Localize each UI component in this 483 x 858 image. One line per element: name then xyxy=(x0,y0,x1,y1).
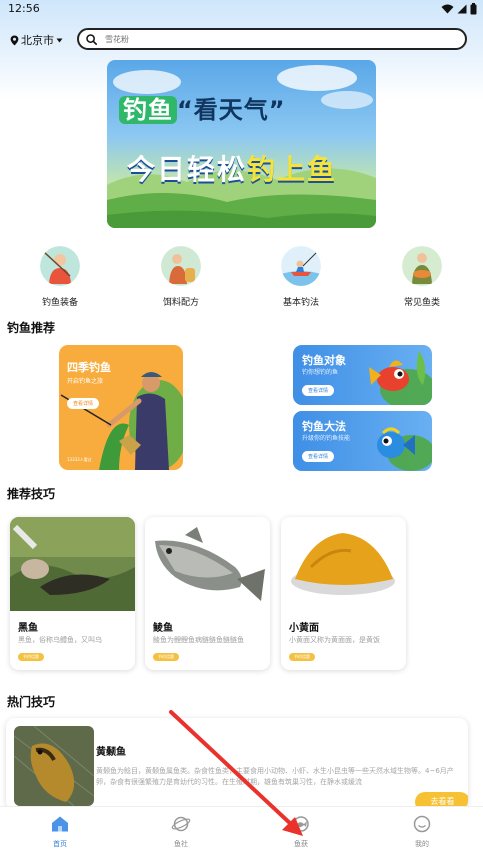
fish-catch-icon xyxy=(293,816,309,832)
fishing-gear-icon xyxy=(40,246,80,286)
wifi-icon xyxy=(441,4,454,14)
fishing-method-card[interactable]: 钓鱼大法 升级你的钓鱼技能 查看详情 xyxy=(293,411,432,471)
tips-section-title: 推荐技巧 xyxy=(7,487,56,501)
search-icon xyxy=(86,33,97,45)
tab-label: 鱼社 xyxy=(174,840,188,848)
category-bait-recipe[interactable]: 饵料配方 xyxy=(141,246,221,308)
tip-name: 小黄面 xyxy=(289,623,319,634)
tip-desc: 小黄面又称为黄面面，是黄饭 xyxy=(289,636,380,644)
tip-name: 鲮鱼 xyxy=(153,623,173,634)
tip-card-mud-carp[interactable]: 鲮鱼 鲮鱼为鲤鲤鱼病鲢鲢鱼鲢鲢鱼 节约话题 xyxy=(145,517,270,670)
city-label: 北京市 xyxy=(21,34,54,47)
tip-card-yellow-flour[interactable]: 小黄面 小黄面又称为黄面面，是黄饭 节约话题 xyxy=(281,517,406,670)
tab-home[interactable]: 首页 xyxy=(30,815,90,849)
tip-desc: 鲮鱼为鲤鲤鱼病鲢鲢鱼鲢鲢鱼 xyxy=(153,636,244,644)
mud-carp-photo xyxy=(145,517,270,611)
yellow-catfish-photo xyxy=(14,726,94,806)
tip-desc: 黑鱼，俗称乌鳢鱼，又叫乌 xyxy=(18,636,102,644)
status-bar: 12:56 xyxy=(0,0,483,22)
status-time: 12:56 xyxy=(8,2,40,15)
banner-headline-2: 今日轻松钓上鱼 xyxy=(127,148,337,188)
target-card-subtitle: 钓你想钓的鱼 xyxy=(302,369,339,376)
tab-label: 鱼获 xyxy=(294,840,308,848)
blue-fish-illustration xyxy=(377,427,432,471)
snakehead-photo xyxy=(10,517,135,611)
hot-tip-name: 黄颡鱼 xyxy=(96,747,126,758)
tab-catch[interactable]: 鱼获 xyxy=(271,815,331,849)
city-selector[interactable]: 北京市 xyxy=(10,32,63,48)
cellular-icon xyxy=(457,4,467,14)
tip-tag: 节约话题 xyxy=(18,653,44,661)
banner-weather-word: “看天气” xyxy=(177,96,286,124)
banner-landscape xyxy=(107,65,376,228)
location-pin-icon xyxy=(10,35,19,45)
seasonal-card-subtitle: 开启钓鱼之旅 xyxy=(67,378,104,385)
status-icons xyxy=(441,3,477,15)
tab-community[interactable]: 鱼社 xyxy=(151,815,211,849)
category-grid: 钓鱼装备 饵料配方 基本钓法 常见鱼类 xyxy=(0,246,483,308)
category-label: 基本钓法 xyxy=(282,298,319,308)
search-row: 北京市 xyxy=(0,26,483,54)
yellow-flour-photo xyxy=(281,517,406,611)
banner-catch-word: 钓上鱼 xyxy=(247,153,338,186)
target-card-button[interactable]: 查看详情 xyxy=(302,385,335,396)
seasonal-card-title: 四季钓鱼 xyxy=(67,361,111,374)
search-input[interactable] xyxy=(105,34,405,44)
category-fishing-gear[interactable]: 钓鱼装备 xyxy=(20,246,100,308)
tip-card-snakehead[interactable]: 黑鱼 黑鱼，俗称乌鳢鱼，又叫乌 节约话题 xyxy=(10,517,135,670)
hot-tip-desc: 黄颡鱼为鲶目，黄颡鱼属鱼类。杂食性鱼类，主要食用小动物、小虾、水生小昆虫等一些天… xyxy=(96,767,454,786)
category-common-fish[interactable]: 常见鱼类 xyxy=(382,246,462,308)
category-label: 饵料配方 xyxy=(162,298,199,308)
tab-label: 首页 xyxy=(53,840,67,848)
tip-name: 黑鱼 xyxy=(18,623,38,634)
method-card-button[interactable]: 查看详情 xyxy=(302,451,335,462)
red-fish-illustration xyxy=(369,351,432,405)
seasonal-card-button[interactable]: 查看详情 xyxy=(67,398,100,409)
seasonal-card-views: 13333人看过 xyxy=(67,457,92,462)
battery-icon xyxy=(470,3,477,15)
bait-recipe-icon xyxy=(161,246,201,286)
banner-headline-1: 钓鱼 “看天气” xyxy=(119,90,286,125)
tip-tag: 节约话题 xyxy=(153,653,179,661)
tip-tag: 节约话题 xyxy=(289,653,315,661)
method-card-subtitle: 升级你的钓鱼技能 xyxy=(302,435,351,442)
seasonal-fishing-card[interactable]: 四季钓鱼 开启钓鱼之旅 查看详情 13333人看过 xyxy=(59,345,183,470)
bottom-tab-bar: 首页 鱼社 鱼获 我的 xyxy=(0,806,483,858)
dropdown-caret-icon xyxy=(56,38,63,42)
home-icon xyxy=(52,816,68,832)
weather-banner[interactable]: 钓鱼 “看天气” 今日轻松钓上鱼 xyxy=(107,60,376,228)
profile-icon xyxy=(413,815,431,833)
tab-mine[interactable]: 我的 xyxy=(392,815,452,849)
recommend-section-title: 钓鱼推荐 xyxy=(7,321,56,335)
search-box[interactable] xyxy=(77,28,467,50)
fishing-target-card[interactable]: 钓鱼对象 钓你想钓的鱼 查看详情 xyxy=(293,345,432,405)
common-fish-icon xyxy=(402,246,442,286)
banner-easy-word: 今日轻松 xyxy=(127,153,248,186)
category-basic-method[interactable]: 基本钓法 xyxy=(261,246,341,308)
target-card-title: 钓鱼对象 xyxy=(302,354,346,367)
category-label: 钓鱼装备 xyxy=(41,298,78,308)
category-label: 常见鱼类 xyxy=(403,298,440,308)
banner-fishing-word: 钓鱼 xyxy=(119,96,177,124)
planet-icon xyxy=(171,816,191,832)
hot-section-title: 热门技巧 xyxy=(7,695,56,709)
basic-method-icon xyxy=(281,246,321,286)
method-card-title: 钓鱼大法 xyxy=(302,420,346,433)
tab-label: 我的 xyxy=(415,840,429,848)
hot-tip-card[interactable]: 黄颡鱼 黄颡鱼为鲶目，黄颡鱼属鱼类。杂食性鱼类，主要食用小动物、小虾、水生小昆虫… xyxy=(6,718,468,810)
